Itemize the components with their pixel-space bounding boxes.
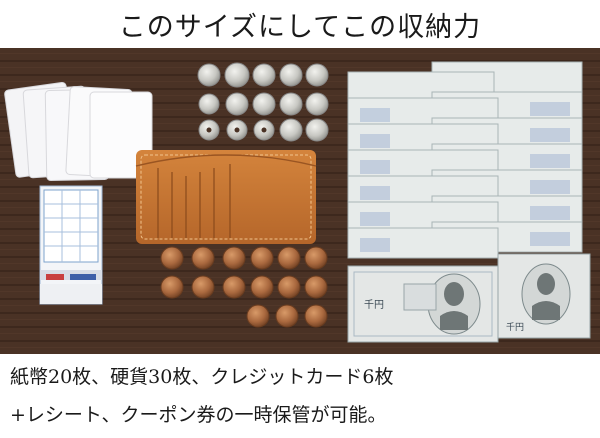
leather-wallet (135, 150, 317, 244)
banknote-front-right: 千円 (497, 253, 591, 339)
banknote-stack: 千円 千円 (347, 61, 591, 343)
page-title: このサイズにしてこの収納力 (118, 11, 482, 43)
credit-cards-stack (4, 81, 153, 181)
page: このサイズにしてこの収納力 千円 千円 紙幣20枚、硬貨30枚、クレジットカード… (0, 0, 600, 438)
banknote-denomination-left: 千円 (364, 299, 384, 311)
receipt-stack (39, 185, 103, 305)
banknote-denomination-right: 千円 (506, 322, 524, 333)
caption-line-2: +レシート、クーポン券の一時保管が可能。 (10, 404, 387, 426)
product-photo: 千円 千円 (0, 48, 600, 354)
banknote-front-left: 千円 (347, 265, 499, 343)
caption-line-1: 紙幣20枚、硬貨30枚、クレジットカード6枚 (10, 366, 394, 388)
